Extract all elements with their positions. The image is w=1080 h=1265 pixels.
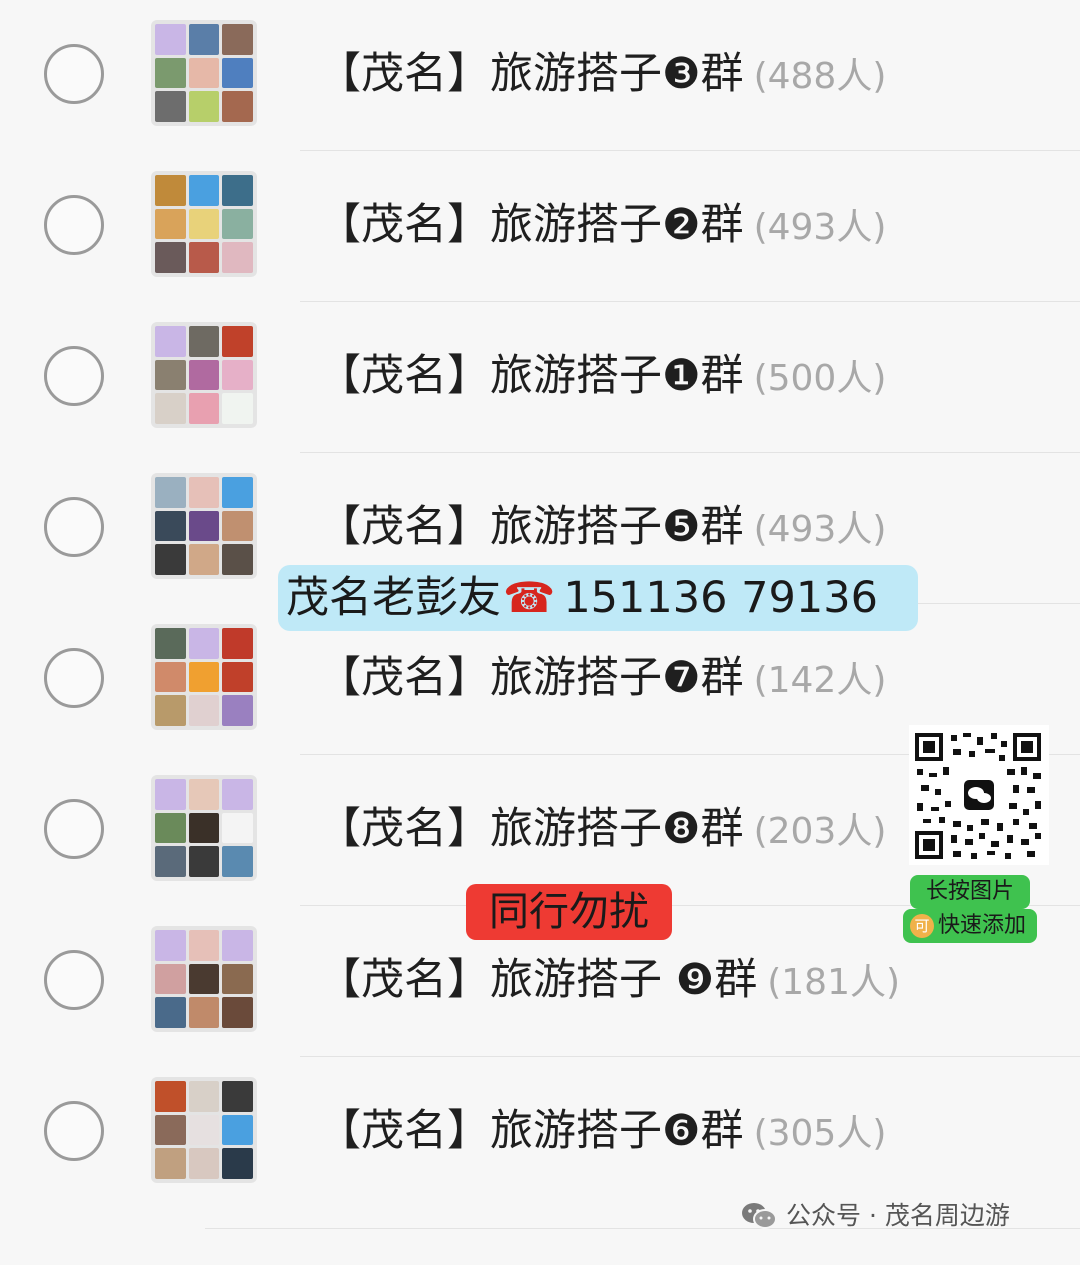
group-name: 【茂名】旅游搭子❻群 (305人) — [318, 1106, 887, 1156]
group-row[interactable]: 【茂名】旅游搭子❶群 (500人) — [0, 302, 1080, 453]
group-name: 【茂名】旅游搭子❽群 (203人) — [318, 804, 887, 854]
group-name: 【茂名】旅游搭子❸群 (488人) — [318, 49, 887, 99]
select-radio[interactable] — [44, 195, 104, 255]
qr-code[interactable] — [909, 725, 1049, 865]
group-name: 【茂名】旅游搭子 ❾群 (181人) — [318, 955, 901, 1005]
contact-name: 茂名老彭友 — [286, 573, 501, 623]
telephone-icon: ☎ — [503, 573, 556, 622]
group-avatar — [151, 1077, 257, 1183]
select-radio[interactable] — [44, 950, 104, 1010]
member-count: (181人) — [767, 962, 901, 1003]
member-count: (493人) — [753, 509, 887, 550]
select-radio[interactable] — [44, 44, 104, 104]
group-name: 【茂名】旅游搭子❺群 (493人) — [318, 502, 887, 552]
group-avatar — [151, 775, 257, 881]
ke-badge: 可 — [910, 914, 934, 938]
wechat-official-account-icon — [740, 1201, 778, 1241]
group-name: 【茂名】旅游搭子❷群 (493人) — [318, 200, 887, 250]
group-name: 【茂名】旅游搭子❶群 (500人) — [318, 351, 887, 401]
member-count: (142人) — [753, 660, 887, 701]
official-account-watermark: 公众号 · 茂名周边游 — [740, 1198, 1010, 1234]
select-radio[interactable] — [44, 346, 104, 406]
quick-add-hint: 可快速添加 — [903, 909, 1037, 943]
phone-number: 151136 79136 — [563, 573, 878, 623]
group-avatar — [151, 926, 257, 1032]
member-count: (493人) — [753, 207, 887, 248]
select-radio[interactable] — [44, 648, 104, 708]
group-name: 【茂名】旅游搭子❼群 (142人) — [318, 653, 887, 703]
warning-badge: 同行勿扰 — [466, 884, 672, 940]
member-count: (203人) — [753, 811, 887, 852]
group-avatar — [151, 20, 257, 126]
group-avatar — [151, 624, 257, 730]
qr-code-image — [909, 725, 1049, 865]
group-row[interactable]: 【茂名】旅游搭子❸群 (488人) — [0, 0, 1080, 151]
group-avatar — [151, 473, 257, 579]
member-count: (488人) — [753, 56, 887, 97]
member-count: (305人) — [753, 1113, 887, 1154]
group-avatar — [151, 171, 257, 277]
group-avatar — [151, 322, 257, 428]
watermark-text: 公众号 · 茂名周边游 — [786, 1201, 1010, 1230]
group-row[interactable]: 【茂名】旅游搭子❷群 (493人) — [0, 151, 1080, 302]
select-radio[interactable] — [44, 497, 104, 557]
select-radio[interactable] — [44, 799, 104, 859]
select-radio[interactable] — [44, 1101, 104, 1161]
contact-banner: 茂名老彭友☎ 151136 79136 — [278, 565, 918, 631]
member-count: (500人) — [753, 358, 887, 399]
long-press-hint: 长按图片 — [910, 875, 1030, 909]
